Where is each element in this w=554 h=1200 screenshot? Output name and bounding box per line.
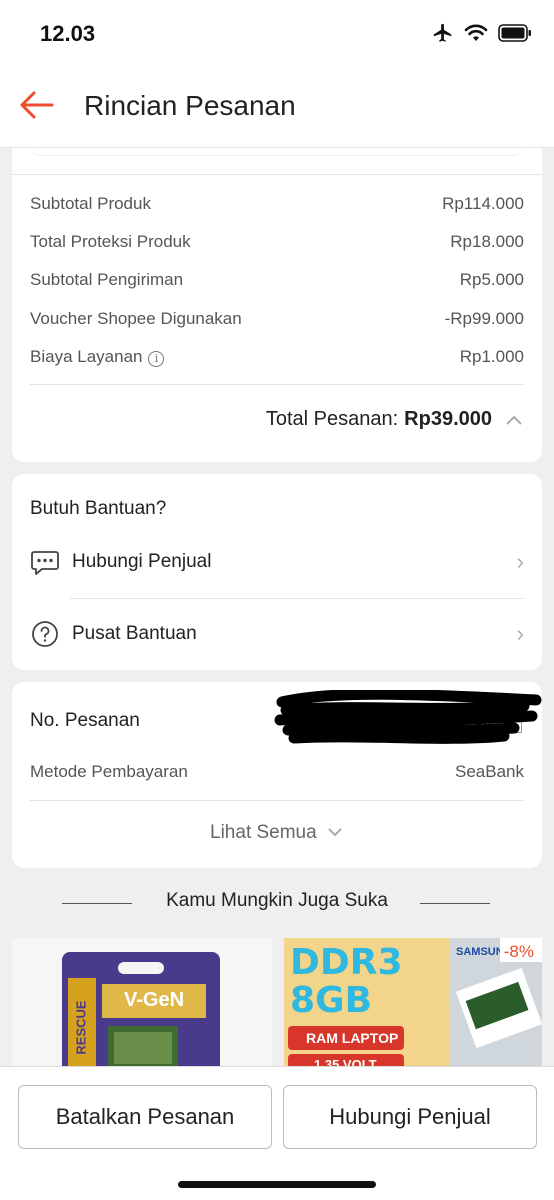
contact-seller-item[interactable]: Hubungi Penjual › xyxy=(30,542,524,582)
status-icons xyxy=(432,22,532,44)
summary-value: -Rp99.000 xyxy=(444,309,524,328)
bottom-action-bar: Batalkan Pesanan Hubungi Penjual xyxy=(0,1066,554,1200)
back-arrow-icon xyxy=(20,91,54,119)
recommendation-title: Kamu Mungkin Juga Suka xyxy=(166,890,388,911)
divider xyxy=(62,903,132,904)
payment-method-value: SeaBank xyxy=(455,762,524,781)
help-item-label: Pusat Bantuan xyxy=(72,623,197,644)
product-brand: SAMSUNG xyxy=(456,946,500,958)
payment-summary-card: Subtotal Produk Rp114.000 Total Proteksi… xyxy=(12,148,542,462)
summary-row: Subtotal Pengiriman Rp5.000 xyxy=(30,270,524,290)
summary-row: Subtotal Produk Rp114.000 xyxy=(30,194,524,214)
help-item-label: Hubungi Penjual xyxy=(72,551,212,572)
discount-badge: -8% xyxy=(503,942,534,961)
product-tag: RAM LAPTOP xyxy=(306,1030,399,1046)
summary-label: Total Proteksi Produk xyxy=(30,232,191,251)
product-line2: 8GB xyxy=(290,980,373,1021)
order-info-card: No. Pesanan Salin Metode Pembayaran SeaB… xyxy=(12,682,542,868)
airplane-icon xyxy=(433,23,452,42)
help-center-item[interactable]: Pusat Bantuan › xyxy=(30,614,524,654)
summary-value: Rp1.000 xyxy=(459,347,524,366)
summary-row: Voucher Shopee Digunakan -Rp99.000 xyxy=(30,309,524,329)
summary-value: Rp18.000 xyxy=(450,232,524,251)
divider xyxy=(30,800,524,801)
divider xyxy=(70,598,524,599)
service-fee-label: Biaya Layanan i xyxy=(30,347,165,367)
summary-label: Voucher Shopee Digunakan xyxy=(30,309,242,328)
card-top-edge xyxy=(32,148,522,156)
see-all-link[interactable]: Lihat Semua xyxy=(12,822,542,844)
total-label: Total Pesanan: xyxy=(265,408,399,430)
payment-method-row: Metode Pembayaran SeaBank xyxy=(30,762,524,782)
status-time: 12.03 xyxy=(40,21,96,46)
summary-row: Biaya Layanan i Rp1.000 xyxy=(30,347,524,367)
payment-method-label: Metode Pembayaran xyxy=(30,762,188,781)
summary-label: Subtotal Pengiriman xyxy=(30,270,184,289)
product-side-text: RESCUE xyxy=(73,1000,89,1055)
order-total[interactable]: Total Pesanan: Rp39.000 xyxy=(266,408,524,431)
summary-value: Rp5.000 xyxy=(459,270,524,289)
order-number-label: No. Pesanan xyxy=(30,710,140,731)
chevron-up-icon xyxy=(506,415,522,425)
chevron-right-icon: › xyxy=(516,549,524,574)
product-line1: DDR3 xyxy=(290,942,403,983)
see-all-label: Lihat Semua xyxy=(210,822,317,843)
info-icon[interactable]: i xyxy=(148,351,165,367)
back-button[interactable] xyxy=(18,90,54,120)
summary-label: Subtotal Produk xyxy=(30,194,151,213)
question-icon xyxy=(30,619,60,649)
summary-value: Rp114.000 xyxy=(442,194,524,213)
chat-icon xyxy=(30,547,60,577)
summary-row: Total Proteksi Produk Rp18.000 xyxy=(30,232,524,252)
divider xyxy=(420,903,490,904)
home-indicator xyxy=(178,1181,376,1188)
page-title: Rincian Pesanan xyxy=(84,90,296,121)
product-card[interactable]: V-GeN RESCUE xyxy=(12,938,272,1068)
product-card[interactable]: DDR3 8GB RAM LAPTOP 1.35 VOLT SAMSUNG -8… xyxy=(284,938,542,1068)
redaction-scribble xyxy=(274,690,542,744)
cancel-order-button[interactable]: Batalkan Pesanan xyxy=(18,1085,272,1149)
recommendation-heading: Kamu Mungkin Juga Suka xyxy=(0,890,554,912)
wifi-icon xyxy=(464,24,488,41)
header-bar: Rincian Pesanan xyxy=(0,66,554,148)
help-card: Butuh Bantuan? Hubungi Penjual › Pusat B… xyxy=(12,474,542,670)
battery-icon xyxy=(498,24,531,42)
chevron-right-icon: › xyxy=(516,621,524,646)
status-bar: 12.03 xyxy=(0,0,554,66)
chevron-down-icon xyxy=(328,828,342,837)
product-brand: V-GeN xyxy=(124,989,185,1011)
summary-label: Biaya Layanan xyxy=(30,347,143,366)
contact-seller-button[interactable]: Hubungi Penjual xyxy=(283,1085,537,1149)
help-title: Butuh Bantuan? xyxy=(30,498,167,519)
divider xyxy=(12,174,542,175)
total-value: Rp39.000 xyxy=(404,408,492,430)
divider xyxy=(30,384,524,385)
